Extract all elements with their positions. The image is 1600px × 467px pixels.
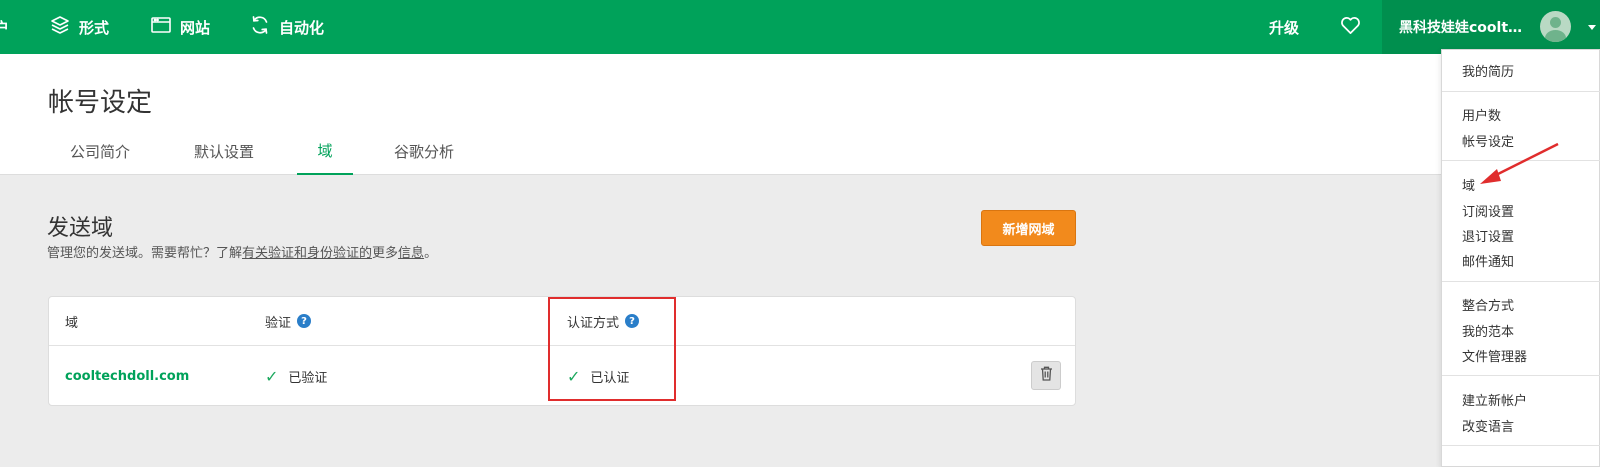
nav-item-partial[interactable]: 户: [0, 0, 9, 54]
menu-item-email-notifications[interactable]: 邮件通知: [1462, 251, 1514, 270]
menu-item-my-templates[interactable]: 我的范本: [1462, 321, 1514, 340]
upgrade-label: 升级: [1269, 18, 1300, 37]
verification-status-cell: ✓ 已验证: [265, 346, 327, 406]
tab-company-profile[interactable]: 公司简介: [52, 127, 148, 175]
verification-auth-link[interactable]: 有关验证和身份验证的: [242, 246, 372, 261]
menu-item-integrations[interactable]: 整合方式: [1462, 295, 1514, 314]
nav-item-partial-label: 户: [0, 18, 10, 37]
section-description: 管理您的发送域。需要帮忙？了解有关验证和身份验证的更多信息。: [47, 242, 437, 261]
verification-status-label: 已验证: [288, 370, 328, 386]
nav-item-websites[interactable]: 网站: [151, 0, 210, 54]
account-dropdown-menu: 我的简历 用户数 帐号设定 域 订阅设置 退订设置 邮件通知 整合方式 我的范本…: [1441, 49, 1600, 467]
menu-item-subscription-settings[interactable]: 订阅设置: [1462, 201, 1514, 220]
page-header: 帐号设定 公司简介 默认设置 域 谷歌分析: [0, 54, 1600, 175]
description-text: 管理您的发送域。需要帮忙？了解: [47, 246, 243, 261]
nav-item-automation-label: 自动化: [279, 18, 325, 37]
description-text-end: 。: [424, 246, 438, 261]
menu-item-create-account[interactable]: 建立新帐户: [1462, 390, 1527, 409]
add-domain-button[interactable]: 新增网域: [981, 210, 1076, 246]
refresh-cycle-icon: [250, 15, 279, 39]
annotation-arrow-icon: [1480, 142, 1559, 184]
highlight-annotation-box: [548, 297, 676, 401]
menu-item-my-profile[interactable]: 我的简历: [1462, 61, 1514, 80]
menu-item-file-manager[interactable]: 文件管理器: [1462, 346, 1527, 365]
user-name: 黑科技娃娃cooltec...: [1399, 20, 1529, 36]
help-icon[interactable]: ?: [297, 314, 312, 328]
menu-divider: [1442, 91, 1600, 92]
nav-item-forms-label: 形式: [79, 18, 110, 37]
tab-domains[interactable]: 域: [297, 127, 353, 175]
trash-icon: [1040, 366, 1053, 385]
favorites-button[interactable]: [1340, 0, 1370, 54]
column-header-domain: 域: [65, 297, 78, 345]
browser-window-icon: [151, 16, 180, 38]
description-text-mid: 更多: [372, 246, 399, 261]
section-title: 发送域: [47, 216, 114, 241]
top-navigation-bar: 户 形式 网站 自动化 升级 黑科技娃娃cooltec...: [0, 0, 1600, 54]
column-header-verification-label: 验证: [265, 315, 292, 331]
info-link[interactable]: 信息: [398, 246, 424, 261]
menu-divider: [1442, 281, 1600, 282]
nav-item-automation[interactable]: 自动化: [250, 0, 324, 54]
heart-icon: [1340, 16, 1370, 39]
avatar: [1540, 11, 1571, 42]
nav-item-websites-label: 网站: [180, 18, 211, 37]
tab-google-analytics[interactable]: 谷歌分析: [376, 127, 472, 175]
menu-item-unsubscribe-settings[interactable]: 退订设置: [1462, 226, 1514, 245]
menu-divider: [1442, 375, 1600, 376]
upgrade-link[interactable]: 升级: [1269, 0, 1299, 54]
delete-domain-button[interactable]: [1031, 361, 1061, 390]
chevron-down-icon: [1588, 25, 1596, 30]
nav-item-forms[interactable]: 形式: [50, 0, 109, 54]
checkmark-icon: ✓: [265, 366, 279, 386]
column-header-verification: 验证 ?: [265, 297, 312, 345]
menu-item-change-language[interactable]: 改变语言: [1462, 416, 1514, 435]
tab-default-settings[interactable]: 默认设置: [176, 127, 272, 175]
page-title: 帐号设定: [48, 88, 153, 118]
menu-item-users[interactable]: 用户数: [1462, 105, 1501, 124]
menu-divider: [1442, 445, 1600, 446]
user-menu-toggle[interactable]: 黑科技娃娃cooltec...: [1382, 0, 1600, 54]
column-header-domain-label: 域: [65, 315, 79, 331]
domain-name-cell: cooltechdoll.com: [65, 368, 190, 384]
layers-icon: [50, 15, 79, 39]
